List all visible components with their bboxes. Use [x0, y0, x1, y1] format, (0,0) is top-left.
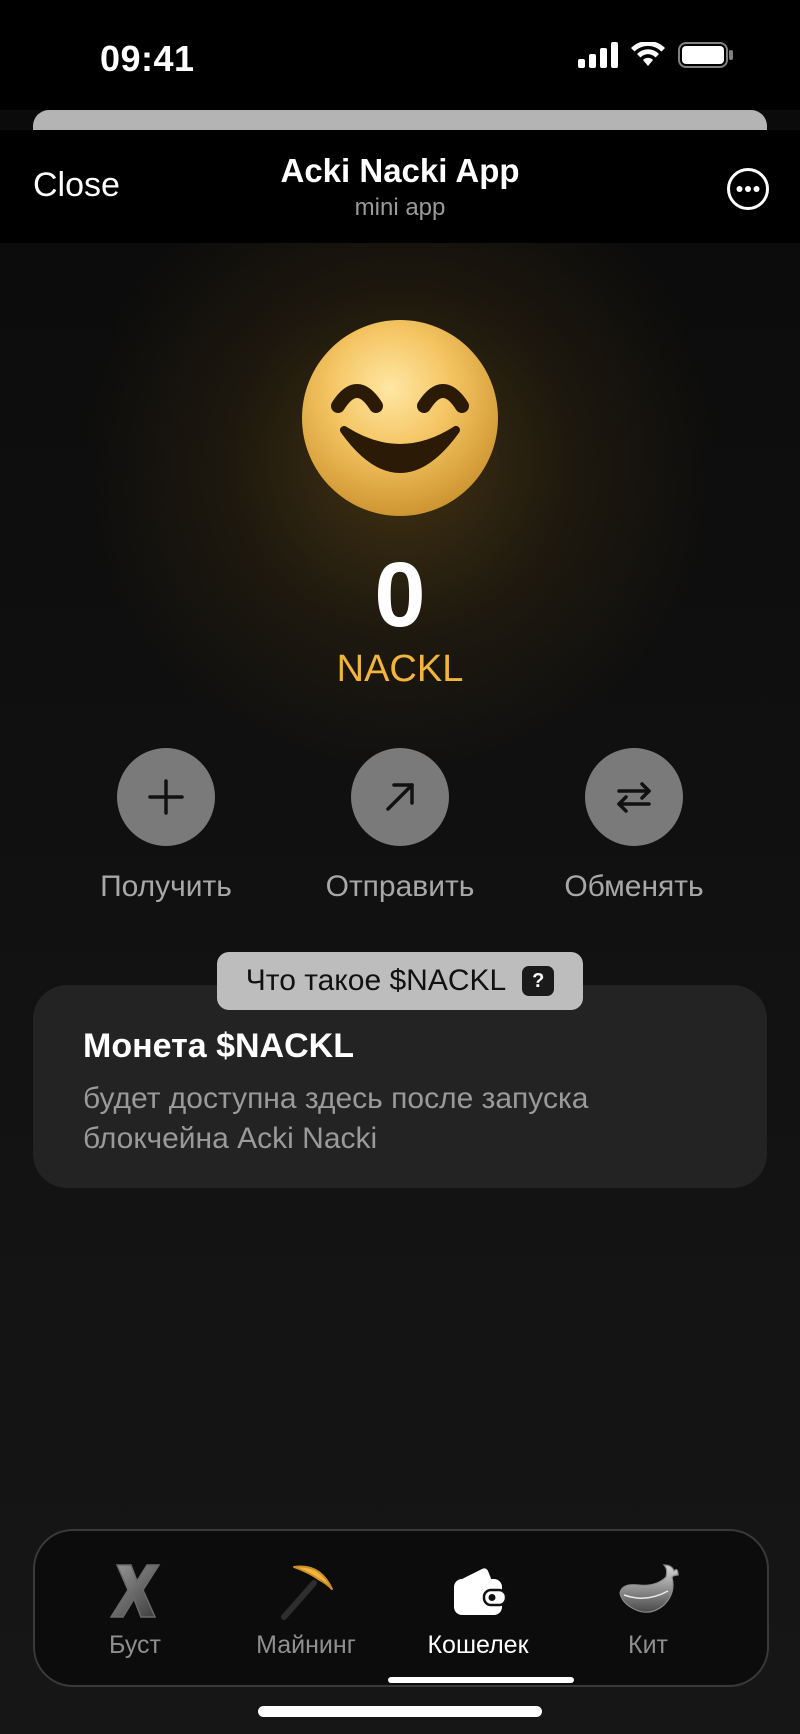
nav-label-mining: Майнинг: [256, 1631, 356, 1659]
nav-item-wallet[interactable]: Кошелек: [398, 1531, 558, 1685]
whale-icon: [619, 1564, 679, 1613]
wifi-icon: [631, 42, 665, 66]
arrow-up-right-icon: [386, 783, 414, 811]
pickaxe-icon: [281, 1565, 333, 1620]
receive-circle[interactable]: [117, 748, 215, 846]
what-is-nackl-label: Что такое $NACKL: [245, 964, 507, 997]
info-body: будет доступна здесь после запуска блокч…: [83, 1082, 589, 1155]
cellular-signal-icon: [578, 42, 618, 68]
wallet-actions: Получить Отправить Обменять: [0, 748, 800, 908]
nav-label-wallet: Кошелек: [427, 1631, 529, 1659]
send-button[interactable]: Отправить: [300, 748, 500, 904]
plus-icon: [148, 779, 184, 815]
bottom-nav: Буст Майнинг Кошелек Кит: [33, 1529, 769, 1687]
nav-item-whale[interactable]: Кит: [568, 1531, 728, 1685]
battery-icon: [678, 42, 733, 68]
app-subtitle: mini app: [354, 194, 446, 221]
home-indicator[interactable]: [258, 1706, 542, 1717]
info-title: Монета $NACKL: [83, 1027, 354, 1065]
receive-label: Получить: [100, 870, 232, 903]
nackl-info-card: Монета $NACKL будет доступна здесь после…: [33, 985, 767, 1188]
question-icon: ?: [522, 966, 555, 996]
nav-label-whale: Кит: [628, 1631, 668, 1659]
app-title: Acki Nacki App: [280, 152, 520, 189]
nav-item-boost[interactable]: Буст: [55, 1531, 215, 1685]
nav-label-boost: Буст: [108, 1631, 162, 1659]
swap-label: Обменять: [564, 870, 704, 903]
receive-button[interactable]: Получить: [66, 748, 266, 904]
status-time: 09:41: [100, 38, 195, 79]
smiley-coin-icon: [302, 320, 498, 516]
status-bar: 09:41: [0, 0, 800, 110]
send-label: Отправить: [325, 870, 475, 903]
balance-amount: 0: [374, 544, 426, 646]
more-options-icon[interactable]: [726, 167, 770, 211]
what-is-nackl-button[interactable]: Что такое $NACKL ?: [217, 952, 583, 1010]
swap-arrows-icon: [617, 782, 651, 813]
nav-item-mining[interactable]: Майнинг: [226, 1531, 386, 1685]
swap-circle[interactable]: [585, 748, 683, 846]
balance-currency: NACKL: [336, 648, 464, 690]
status-icons: [578, 42, 734, 68]
send-circle[interactable]: [351, 748, 449, 846]
wallet-icon: [454, 1568, 508, 1615]
active-tab-indicator: [388, 1677, 574, 1683]
sheet-grabber[interactable]: [33, 110, 767, 130]
x-icon: [109, 1564, 161, 1618]
mini-app-header: Close Acki Nacki App mini app: [0, 130, 800, 243]
swap-button[interactable]: Обменять: [534, 748, 734, 904]
app-screen: 09:41 Close Acki Nacki App mini app 0 NA…: [0, 0, 800, 1734]
